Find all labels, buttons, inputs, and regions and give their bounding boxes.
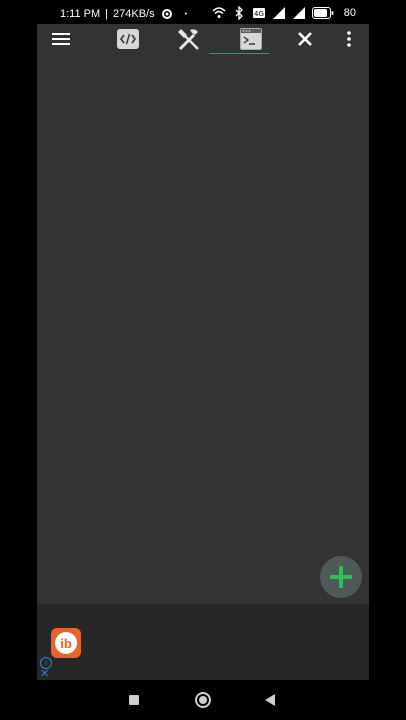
status-time: 1:11 PM (60, 8, 101, 20)
battery-icon (312, 7, 334, 19)
home-icon[interactable] (195, 692, 211, 708)
add-fab-button[interactable] (320, 556, 362, 598)
tools-icon (178, 29, 199, 51)
ad-banner[interactable]: ib i ✕ (37, 604, 369, 680)
code-icon (117, 29, 139, 49)
app-window: ib i ✕ (37, 24, 369, 680)
code-button[interactable] (117, 24, 139, 54)
plus-icon (330, 566, 352, 588)
toolbar (37, 24, 369, 54)
status-icons: 4G (212, 6, 334, 20)
menu-button[interactable] (48, 24, 74, 54)
more-vert-icon (347, 31, 351, 47)
signal-icon (273, 7, 285, 19)
signal-2-icon (293, 7, 305, 19)
console-button[interactable] (237, 24, 265, 54)
settings-gear-icon (161, 9, 172, 19)
ad-logo[interactable]: ib (51, 628, 81, 658)
home-icon-dot (199, 696, 207, 704)
status-separator: | (105, 8, 109, 20)
close-button[interactable] (294, 24, 316, 54)
recents-icon[interactable] (129, 695, 139, 705)
close-icon (298, 32, 312, 46)
bluetooth-icon (235, 6, 243, 20)
status-net-speed: 274KB/s (113, 8, 155, 20)
svg-text:4G: 4G (254, 10, 264, 18)
status-dot: • (184, 10, 188, 18)
volte-icon: 4G (253, 8, 265, 18)
more-options-button[interactable] (343, 24, 355, 54)
console-icon (240, 28, 262, 50)
tools-button[interactable] (175, 24, 203, 54)
menu-icon (52, 33, 70, 45)
ad-logo-text: ib (55, 632, 77, 654)
navigation-bar (0, 680, 406, 720)
wifi-icon (212, 7, 226, 18)
battery-percent: 80 (343, 7, 356, 19)
ad-close-icon[interactable]: ✕ (40, 669, 49, 680)
back-icon[interactable] (265, 694, 275, 706)
status-left: 1:11 PM | 274KB/s • (60, 7, 187, 21)
console-content-area[interactable] (37, 54, 369, 604)
